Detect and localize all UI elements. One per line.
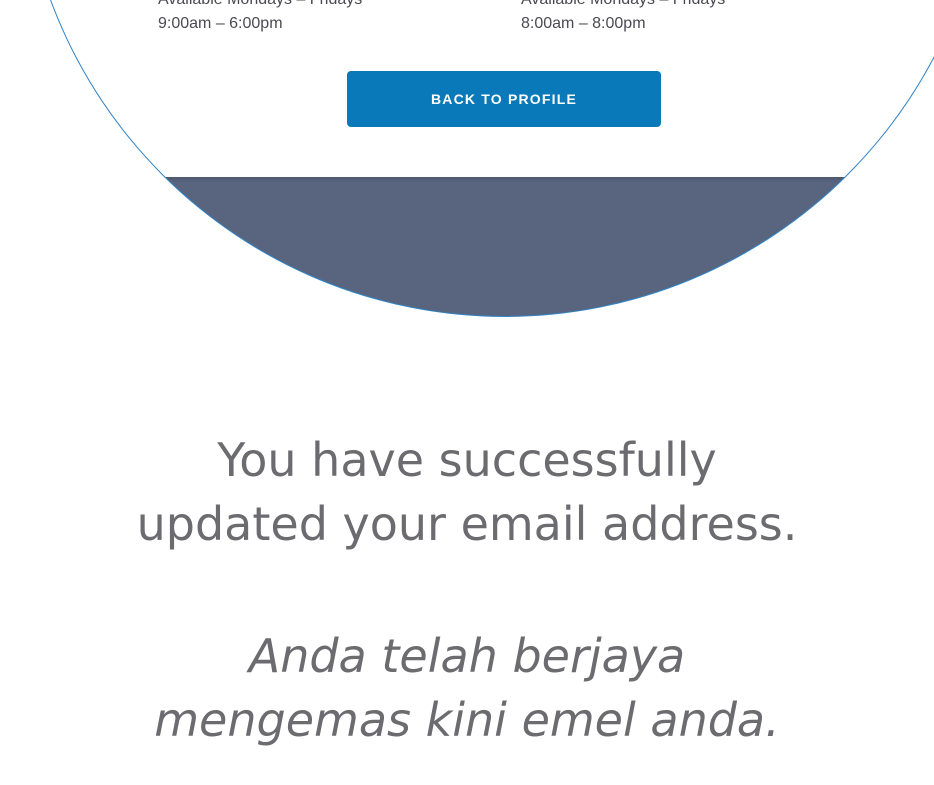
availability-text: Available Mondays – Fridays [158,0,362,12]
message-line: mengemas kini emel anda. [154,693,780,747]
back-to-profile-button[interactable]: BACK TO PROFILE [347,71,661,127]
message-line: updated your email address. [136,497,798,551]
message-line: Anda telah berjaya [248,629,686,683]
message-line: You have successfully [217,433,717,487]
screen: Available Mondays – Fridays 9:00am – 6:0… [0,0,934,785]
success-message-malay: Anda telah berjaya mengemas kini emel an… [0,624,934,752]
hours-text: 9:00am – 6:00pm [158,15,283,32]
magnified-screenshot: Available Mondays – Fridays 9:00am – 6:0… [21,0,934,316]
availability-text: Available Mondays – Fridays [521,0,725,12]
support-hours-right: Available Mondays – Fridays 8:00am – 8:0… [521,0,725,36]
hours-text: 8:00am – 8:00pm [521,15,646,32]
success-message-english: You have successfully updated your email… [0,428,934,556]
support-hours-left: Available Mondays – Fridays 9:00am – 6:0… [158,0,362,36]
magnified-content: Available Mondays – Fridays 9:00am – 6:0… [21,0,934,316]
profile-card: Available Mondays – Fridays 9:00am – 6:0… [21,0,934,177]
